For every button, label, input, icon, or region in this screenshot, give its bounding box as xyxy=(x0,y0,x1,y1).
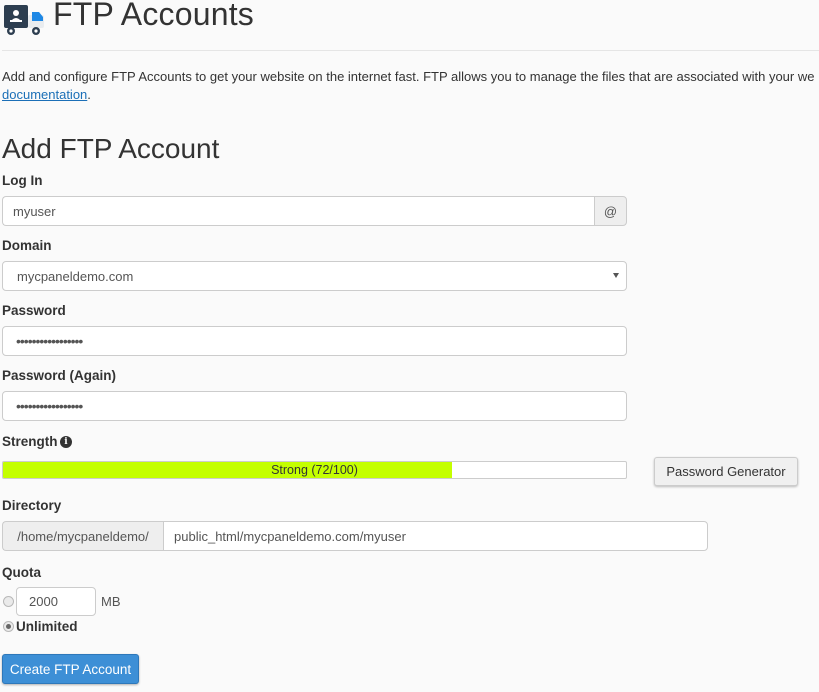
password-label: Password xyxy=(2,303,66,318)
ftp-truck-icon xyxy=(3,5,45,36)
login-input-group: myuser @ xyxy=(2,196,627,226)
strength-text: Strong (72/100) xyxy=(271,463,358,477)
caret-down-icon xyxy=(613,273,619,278)
page-description: Add and configure FTP Accounts to get yo… xyxy=(2,68,819,104)
directory-prefix: /home/mycpaneldemo/ xyxy=(2,521,163,551)
quota-unlimited-label[interactable]: Unlimited xyxy=(16,619,78,634)
description-suffix: . xyxy=(87,87,91,102)
directory-input[interactable]: public_html/mycpaneldemo.com/myuser xyxy=(163,521,708,551)
create-ftp-account-button[interactable]: Create FTP Account xyxy=(2,654,139,684)
header-divider xyxy=(2,50,819,51)
domain-label: Domain xyxy=(2,238,52,253)
at-sign-addon: @ xyxy=(594,196,627,226)
strength-meter: Strong (72/100) xyxy=(2,461,627,479)
domain-selected-value: mycpaneldemo.com xyxy=(17,268,134,284)
quota-unit: MB xyxy=(101,594,121,609)
directory-input-group: /home/mycpaneldemo/ public_html/mycpanel… xyxy=(2,521,708,551)
password-generator-button[interactable]: Password Generator xyxy=(654,457,798,486)
password-masked-value: ••••••••••••••••• xyxy=(16,333,83,349)
quota-input[interactable]: 2000 xyxy=(16,587,96,616)
quota-label: Quota xyxy=(2,565,41,580)
password-again-label: Password (Again) xyxy=(2,368,117,383)
documentation-link[interactable]: documentation xyxy=(2,87,87,102)
quota-limited-radio[interactable] xyxy=(3,596,14,607)
directory-label: Directory xyxy=(2,498,62,513)
info-icon[interactable]: i xyxy=(60,436,72,448)
section-title: Add FTP Account xyxy=(2,133,220,164)
quota-unlimited-radio[interactable] xyxy=(3,621,14,632)
page-title: FTP Accounts xyxy=(53,0,255,32)
description-text: Add and configure FTP Accounts to get yo… xyxy=(2,69,815,84)
domain-select[interactable]: mycpaneldemo.com xyxy=(2,261,627,291)
login-input[interactable]: myuser xyxy=(2,196,594,226)
password-input[interactable]: ••••••••••••••••• xyxy=(2,326,627,356)
password-again-input[interactable]: ••••••••••••••••• xyxy=(2,391,627,421)
password-again-masked-value: ••••••••••••••••• xyxy=(16,398,83,414)
strength-label: Strength xyxy=(2,434,58,449)
login-label: Log In xyxy=(2,173,43,188)
